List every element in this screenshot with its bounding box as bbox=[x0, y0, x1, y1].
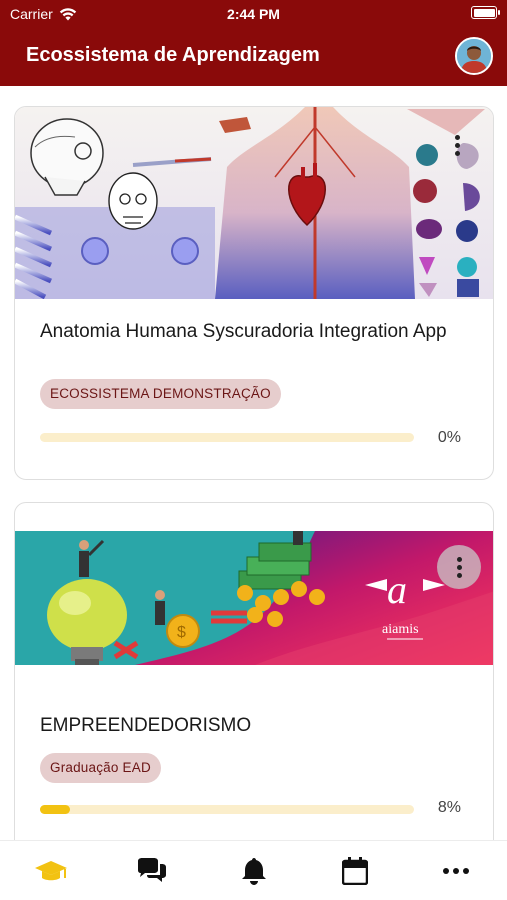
chat-bubbles-icon bbox=[138, 857, 167, 882]
tab-notifications[interactable] bbox=[203, 841, 304, 900]
course-image[interactable] bbox=[15, 107, 493, 299]
entrepreneurship-illustration: $ a aiamis bbox=[15, 531, 493, 665]
graduation-cap-icon bbox=[34, 860, 67, 880]
brand-logo-text: aiamis bbox=[382, 622, 419, 637]
progress-bar bbox=[40, 805, 414, 814]
status-time: 2:44 PM bbox=[227, 6, 280, 22]
course-tag: Graduação EAD bbox=[40, 753, 161, 783]
course-feed[interactable]: Anatomia Humana Syscuradoria Integration… bbox=[0, 86, 507, 840]
course-title[interactable]: EMPREENDEDORISMO bbox=[40, 713, 470, 738]
tab-calendar[interactable] bbox=[304, 841, 405, 900]
calendar-icon bbox=[341, 856, 368, 885]
tab-messages[interactable] bbox=[101, 841, 202, 900]
tab-courses[interactable] bbox=[0, 841, 101, 900]
battery-icon bbox=[471, 6, 500, 19]
course-options-button[interactable] bbox=[437, 545, 481, 589]
avatar[interactable] bbox=[455, 37, 493, 75]
svg-text:$: $ bbox=[177, 624, 186, 641]
status-bar: Carrier 2:44 PM bbox=[0, 0, 507, 28]
progress-bar bbox=[40, 433, 414, 442]
progress-percent: 8% bbox=[437, 799, 461, 816]
progress-percent: 0% bbox=[437, 429, 461, 446]
course-options-button[interactable] bbox=[435, 123, 479, 167]
more-icon bbox=[443, 867, 470, 874]
course-tag: ECOSSISTEMA DEMONSTRAÇÃO bbox=[40, 379, 281, 409]
course-card[interactable]: $ a aiamis EMPREENDEDORISMO Graduação EA… bbox=[14, 502, 494, 840]
tab-more[interactable] bbox=[406, 841, 507, 900]
anatomy-illustration bbox=[15, 107, 493, 299]
course-card[interactable]: Anatomia Humana Syscuradoria Integration… bbox=[14, 106, 494, 480]
bell-icon bbox=[241, 857, 266, 885]
progress-fill bbox=[40, 805, 70, 814]
course-image[interactable]: $ a aiamis bbox=[15, 531, 493, 665]
svg-text:a: a bbox=[387, 567, 407, 612]
course-title[interactable]: Anatomia Humana Syscuradoria Integration… bbox=[40, 319, 470, 344]
user-avatar-icon bbox=[457, 39, 491, 73]
page-title: Ecossistema de Aprendizagem bbox=[26, 44, 320, 66]
bottom-tab-bar bbox=[0, 840, 507, 900]
app-header: Ecossistema de Aprendizagem bbox=[0, 28, 507, 86]
